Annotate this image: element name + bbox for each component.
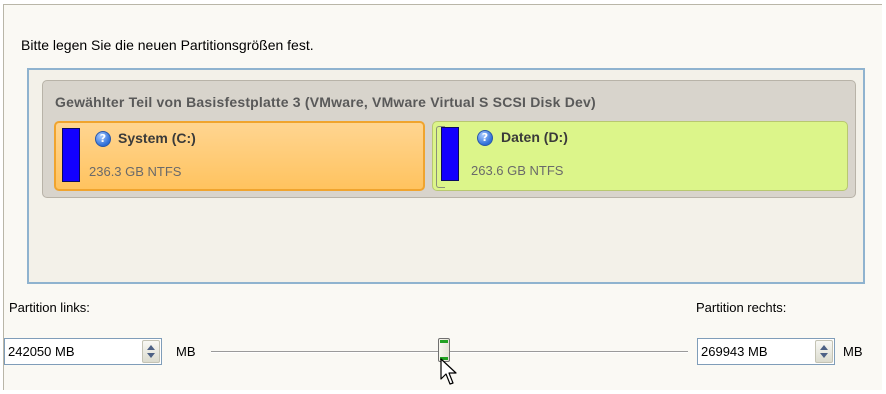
spin-down-icon[interactable] bbox=[820, 353, 828, 358]
partition-info: 236.3 GB NTFS bbox=[89, 164, 182, 179]
partition-daten[interactable]: ? Daten (D:) 263.6 GB NTFS bbox=[432, 121, 848, 191]
spin-down-icon[interactable] bbox=[147, 353, 155, 358]
partition-info: 263.6 GB NTFS bbox=[471, 163, 564, 178]
unit-label-left: MB bbox=[176, 344, 196, 359]
partition-system[interactable]: ? System (C:) 236.3 GB NTFS bbox=[54, 121, 425, 191]
partition-name: System (C:) bbox=[118, 130, 196, 146]
spin-arrows-icon[interactable] bbox=[142, 340, 160, 363]
partition-left-spinbox[interactable]: 242050 MB bbox=[4, 338, 162, 365]
partition-right-label: Partition rechts: bbox=[696, 300, 787, 315]
partition-left-value[interactable]: 242050 MB bbox=[8, 344, 75, 359]
partition-usage-bar bbox=[62, 128, 80, 182]
partition-right-spinbox[interactable]: 269943 MB bbox=[697, 338, 835, 365]
unit-label-right: MB bbox=[843, 344, 863, 359]
disk-map-panel: Gewählter Teil von Basisfestplatte 3 (VM… bbox=[27, 68, 865, 284]
spin-arrows-icon[interactable] bbox=[815, 340, 833, 363]
disk-title: Gewählter Teil von Basisfestplatte 3 (VM… bbox=[55, 94, 596, 110]
partition-right-value[interactable]: 269943 MB bbox=[701, 344, 768, 359]
disk-block: Gewählter Teil von Basisfestplatte 3 (VM… bbox=[42, 80, 856, 198]
help-icon[interactable]: ? bbox=[477, 130, 493, 146]
partition-left-label: Partition links: bbox=[9, 300, 90, 315]
partition-usage-bar bbox=[441, 127, 459, 181]
partition-name: Daten (D:) bbox=[501, 129, 568, 145]
instruction-text: Bitte legen Sie die neuen Partitionsgröß… bbox=[21, 37, 314, 53]
arrow-cursor-icon bbox=[440, 358, 457, 385]
spin-up-icon[interactable] bbox=[147, 345, 155, 350]
spin-up-icon[interactable] bbox=[820, 345, 828, 350]
help-icon[interactable]: ? bbox=[95, 131, 111, 147]
